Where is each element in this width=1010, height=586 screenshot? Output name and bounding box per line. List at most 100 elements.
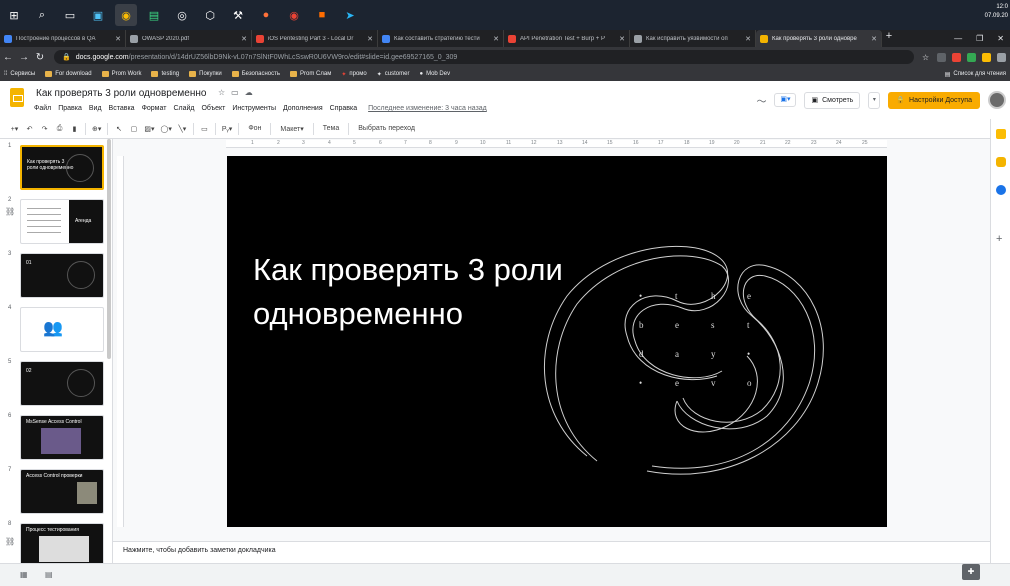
menu-object[interactable]: Объект — [201, 105, 225, 112]
activity-trend-icon[interactable]: 〜 — [756, 93, 766, 108]
extension-2-icon[interactable] — [952, 52, 961, 62]
app-cube-icon[interactable]: ⬡ — [199, 4, 221, 26]
forward-icon[interactable]: → — [16, 52, 32, 63]
theme-button[interactable]: Тема — [320, 125, 342, 132]
app-circle-icon[interactable]: ◎ — [171, 4, 193, 26]
slide-filmstrip[interactable]: 1 Как проверять 3 роли одновременно 2 Аг… — [0, 139, 113, 563]
tab-close-icon[interactable]: ✕ — [115, 35, 121, 43]
user-avatar[interactable] — [988, 91, 1006, 109]
layout-button[interactable]: Макет▾ — [277, 125, 306, 133]
meet-present-button[interactable]: ▣▾ — [774, 93, 797, 107]
keep-icon[interactable] — [996, 129, 1006, 139]
close-window-icon[interactable]: ✕ — [997, 34, 1004, 43]
app-orange-icon[interactable]: ■ — [311, 4, 333, 26]
move-folder-icon[interactable]: ▭ — [231, 88, 239, 97]
menu-view[interactable]: Вид — [89, 105, 102, 112]
undo-icon[interactable]: ↶ — [25, 125, 34, 133]
file-explorer-icon[interactable]: ▣ — [87, 4, 109, 26]
background-button[interactable]: Фон — [245, 125, 264, 132]
bookmark-folder[interactable]: For download — [45, 71, 92, 77]
explore-icon[interactable]: ✚ — [962, 564, 980, 580]
extension-4-icon[interactable] — [982, 52, 991, 62]
new-slide-icon[interactable]: +▾ — [10, 125, 19, 133]
menu-edit[interactable]: Правка — [58, 105, 82, 112]
extension-3-icon[interactable] — [967, 52, 976, 62]
grid-view-icon[interactable]: ▦ — [20, 570, 28, 579]
paint-format-icon[interactable]: ▮ — [70, 125, 79, 133]
browser-tab[interactable]: Построение процессов в QA ✕ — [0, 30, 126, 47]
bookmark-link[interactable]: ✦ промо — [341, 71, 366, 78]
extension-1-icon[interactable] — [937, 52, 946, 62]
reload-icon[interactable]: ↻ — [32, 52, 48, 63]
link-icon[interactable]: ⛓ — [5, 207, 15, 216]
windows-start-icon[interactable]: ⊞ — [3, 4, 25, 26]
input-tools-icon[interactable]: Pᵧ▾ — [222, 125, 232, 133]
app-green-icon[interactable]: ▤ — [143, 4, 165, 26]
line-icon[interactable]: ╲▾ — [178, 125, 187, 133]
taskbar-clock[interactable]: 12:0 07.09.20 — [985, 3, 1008, 21]
filmstrip-view-icon[interactable]: ▤ — [45, 570, 53, 579]
telegram-icon[interactable]: ➤ — [339, 4, 361, 26]
document-title[interactable]: Как проверять 3 роли одновременно — [36, 88, 206, 99]
maximize-icon[interactable]: ❐ — [976, 34, 983, 43]
browser-tab[interactable]: Как составить стратегию тести ✕ — [378, 30, 504, 47]
tab-close-icon[interactable]: ✕ — [241, 35, 247, 43]
star-icon[interactable]: ☆ — [922, 53, 931, 62]
image-icon[interactable]: ▨▾ — [144, 125, 154, 133]
menu-format[interactable]: Формат — [142, 105, 167, 112]
chrome-icon[interactable]: ◉ — [115, 4, 137, 26]
tasks-icon[interactable] — [996, 185, 1006, 195]
tab-close-icon[interactable]: ✕ — [367, 35, 373, 43]
app-tool-icon[interactable]: ⚒ — [227, 4, 249, 26]
google-slides-logo-icon[interactable] — [10, 88, 24, 107]
tab-close-icon[interactable]: ✕ — [493, 35, 499, 43]
share-button[interactable]: 🔒 Настройки Доступа — [888, 91, 980, 109]
bookmark-folder[interactable]: Prom Work — [101, 71, 141, 77]
bookmark-folder[interactable]: Безопасность — [231, 71, 280, 77]
get-addons-icon[interactable]: + — [996, 233, 1002, 245]
firefox-icon[interactable]: ● — [255, 4, 277, 26]
task-view-icon[interactable]: ▭ — [59, 4, 81, 26]
minimize-icon[interactable]: — — [954, 34, 962, 43]
chrome-alt-icon[interactable]: ◉ — [283, 4, 305, 26]
extension-5-icon[interactable] — [997, 52, 1006, 62]
bookmark-folder[interactable]: testing — [151, 71, 179, 77]
link-icon[interactable]: ⛓ — [5, 537, 15, 546]
bookmark-link[interactable]: ● Mob Dev — [419, 71, 450, 77]
redo-icon[interactable]: ↷ — [40, 125, 49, 133]
filmstrip-scrollbar[interactable] — [107, 139, 111, 359]
back-icon[interactable]: ← — [0, 52, 16, 63]
print-icon[interactable]: ⎙ — [55, 125, 64, 133]
bookmark-folder[interactable]: Покупки — [189, 71, 222, 77]
bookmark-folder[interactable]: Prom Слам — [290, 71, 331, 77]
select-cursor-icon[interactable]: ↖ — [114, 125, 123, 133]
last-edit-link[interactable]: Последнее изменение: 3 часа назад — [368, 105, 487, 112]
slide-thumbnail[interactable]: 8 Процесс тестирования — [4, 521, 108, 563]
menu-insert[interactable]: Вставка — [109, 105, 135, 112]
textbox-icon[interactable]: ▢ — [129, 125, 138, 133]
menu-addons[interactable]: Дополнения — [283, 105, 323, 112]
transition-button[interactable]: Выбрать переход — [355, 125, 418, 132]
tab-close-icon[interactable]: ✕ — [619, 35, 625, 43]
slide-thumbnail[interactable]: 5 02 — [4, 359, 108, 407]
slide-thumbnail[interactable]: 3 01 — [4, 251, 108, 299]
new-tab-button[interactable]: + — [882, 30, 896, 47]
present-dropdown-button[interactable]: ▾ — [868, 91, 881, 109]
browser-tab[interactable]: Как исправить уязвимости оп ✕ — [630, 30, 756, 47]
calendar-icon[interactable] — [996, 157, 1006, 167]
bookmark-link[interactable]: ✦ customer — [377, 71, 410, 78]
slide-thumbnail[interactable]: 6 MsSense Access Control — [4, 413, 108, 461]
tab-close-icon[interactable]: ✕ — [745, 35, 751, 43]
cloud-saved-icon[interactable]: ☁ — [245, 88, 253, 97]
tab-close-icon[interactable]: ✕ — [871, 35, 877, 43]
slide-thumbnail[interactable]: 4 👥 — [4, 305, 108, 353]
slide-thumbnail[interactable]: 1 Как проверять 3 роли одновременно — [4, 143, 108, 191]
menu-tools[interactable]: Инструменты — [232, 105, 276, 112]
speaker-notes[interactable]: Нажмите, чтобы добавить заметки докладчи… — [113, 541, 990, 563]
comment-icon[interactable]: ▭ — [200, 125, 209, 133]
slide-thumbnail[interactable]: 2 Агенда — [4, 197, 108, 245]
star-icon[interactable]: ☆ — [218, 88, 225, 97]
reading-list[interactable]: ▤ Список для чтения — [945, 71, 1006, 78]
slide-thumbnail[interactable]: 7 Access Control проверки — [4, 467, 108, 515]
browser-tab[interactable]: OWASP 2020.pdf ✕ — [126, 30, 252, 47]
